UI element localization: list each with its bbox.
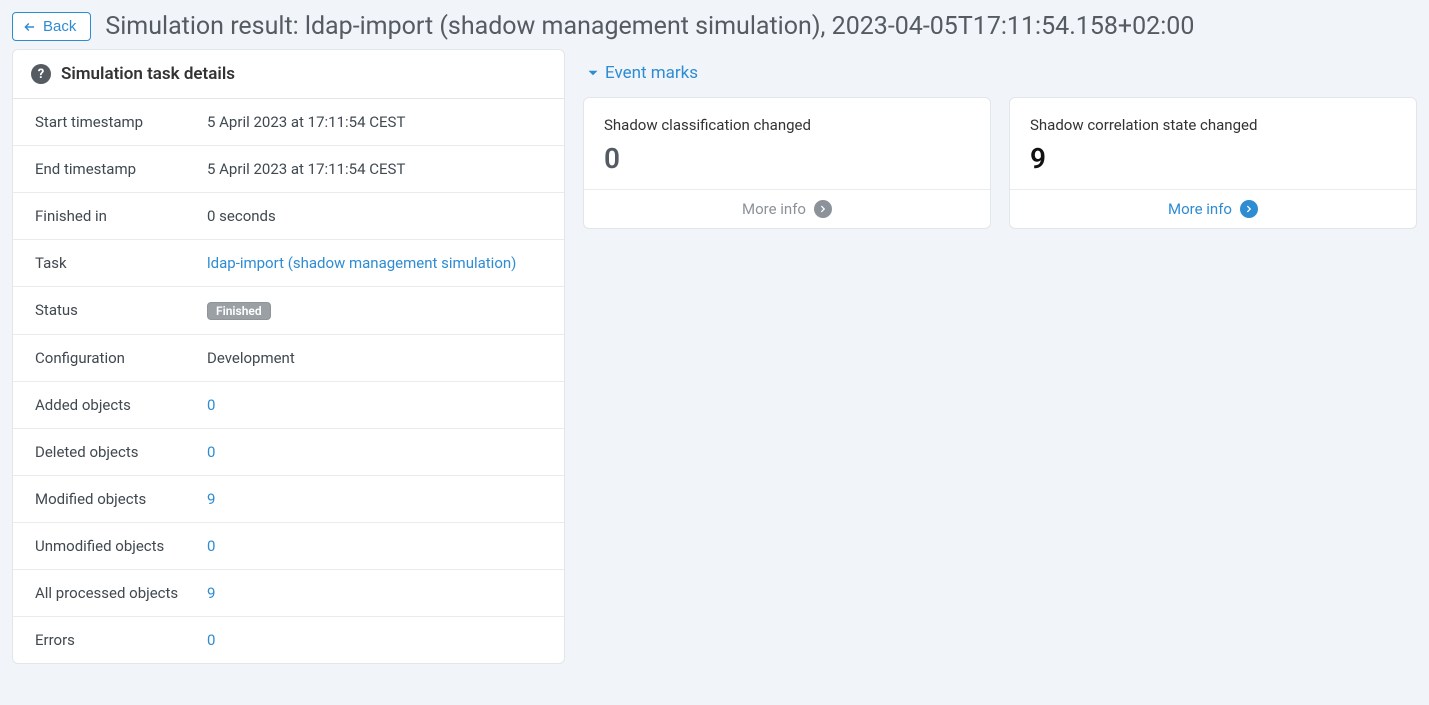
caret-down-icon (587, 67, 599, 79)
event-mark-count: 0 (604, 142, 970, 175)
label-start-timestamp: Start timestamp (35, 113, 207, 131)
event-marks-toggle[interactable]: Event marks (583, 49, 1417, 97)
row-added-objects: Added objects 0 (13, 382, 564, 429)
event-mark-title: Shadow correlation state changed (1030, 116, 1396, 134)
value-start-timestamp: 5 April 2023 at 17:11:54 CEST (207, 113, 405, 131)
value-deleted-objects[interactable]: 0 (207, 443, 215, 461)
arrow-right-circle-icon (1240, 200, 1258, 218)
more-info-button[interactable]: More info (1010, 189, 1416, 228)
row-errors: Errors 0 (13, 617, 564, 663)
simulation-details-title: Simulation task details (61, 64, 235, 84)
event-marks-panel: Event marks Shadow classification change… (583, 49, 1417, 664)
more-info-button: More info (584, 189, 990, 228)
value-task-link[interactable]: ldap-import (shadow management simulatio… (207, 254, 516, 272)
label-configuration: Configuration (35, 349, 207, 367)
event-mark-count: 9 (1030, 142, 1396, 175)
row-all-processed-objects: All processed objects 9 (13, 570, 564, 617)
label-unmodified-objects: Unmodified objects (35, 537, 207, 555)
event-marks-title: Event marks (605, 63, 698, 83)
row-task: Task ldap-import (shadow management simu… (13, 240, 564, 287)
row-deleted-objects: Deleted objects 0 (13, 429, 564, 476)
value-all-processed-objects[interactable]: 9 (207, 584, 215, 602)
value-unmodified-objects[interactable]: 0 (207, 537, 215, 555)
more-info-label: More info (742, 200, 806, 218)
label-status: Status (35, 301, 207, 320)
label-finished-in: Finished in (35, 207, 207, 225)
label-end-timestamp: End timestamp (35, 160, 207, 178)
value-modified-objects[interactable]: 9 (207, 490, 215, 508)
event-mark-card: Shadow classification changed 0 More info (583, 97, 991, 229)
status-badge: Finished (207, 302, 271, 320)
row-unmodified-objects: Unmodified objects 0 (13, 523, 564, 570)
back-button-label: Back (43, 18, 76, 35)
row-end-timestamp: End timestamp 5 April 2023 at 17:11:54 C… (13, 146, 564, 193)
row-finished-in: Finished in 0 seconds (13, 193, 564, 240)
arrow-right-circle-icon (814, 200, 832, 218)
simulation-details-header: ? Simulation task details (13, 50, 564, 99)
label-deleted-objects: Deleted objects (35, 443, 207, 461)
event-mark-title: Shadow classification changed (604, 116, 970, 134)
label-modified-objects: Modified objects (35, 490, 207, 508)
value-status: Finished (207, 301, 271, 320)
label-all-processed-objects: All processed objects (35, 584, 207, 602)
more-info-label: More info (1168, 200, 1232, 218)
value-finished-in: 0 seconds (207, 207, 276, 225)
row-start-timestamp: Start timestamp 5 April 2023 at 17:11:54… (13, 99, 564, 146)
row-modified-objects: Modified objects 9 (13, 476, 564, 523)
label-task: Task (35, 254, 207, 272)
label-added-objects: Added objects (35, 396, 207, 414)
row-configuration: Configuration Development (13, 335, 564, 382)
value-end-timestamp: 5 April 2023 at 17:11:54 CEST (207, 160, 405, 178)
event-mark-card: Shadow correlation state changed 9 More in… (1009, 97, 1417, 229)
help-icon[interactable]: ? (31, 64, 51, 84)
page-title: Simulation result: ldap-import (shadow m… (105, 12, 1194, 41)
simulation-details-card: ? Simulation task details Start timestam… (12, 49, 565, 664)
value-configuration: Development (207, 349, 295, 367)
arrow-left-icon (23, 20, 37, 34)
label-errors: Errors (35, 631, 207, 649)
row-status: Status Finished (13, 287, 564, 335)
back-button[interactable]: Back (12, 12, 91, 41)
value-errors[interactable]: 0 (207, 631, 215, 649)
value-added-objects[interactable]: 0 (207, 396, 215, 414)
